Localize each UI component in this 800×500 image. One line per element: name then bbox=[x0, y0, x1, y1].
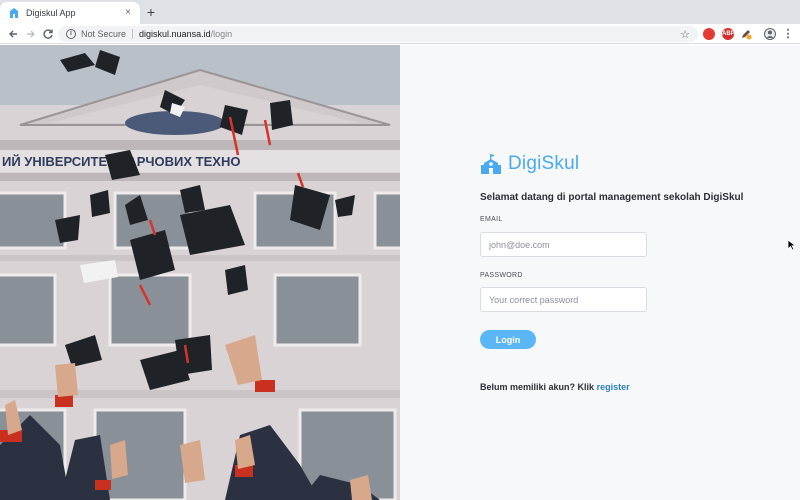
password-label: PASSWORD bbox=[480, 272, 523, 279]
school-favicon-icon bbox=[8, 7, 20, 19]
profile-avatar[interactable] bbox=[764, 28, 776, 40]
register-link[interactable]: register bbox=[597, 382, 630, 392]
new-tab-button[interactable]: + bbox=[143, 4, 159, 20]
forward-icon[interactable] bbox=[24, 27, 38, 41]
email-label: EMAIL bbox=[480, 216, 503, 223]
mouse-cursor-icon bbox=[787, 238, 797, 251]
register-prompt: Belum memiliki akun? Klik register bbox=[480, 382, 630, 392]
security-label: Not Secure bbox=[81, 29, 127, 39]
login-panel: DigiSkul Selamat datang di portal manage… bbox=[400, 45, 800, 500]
graduation-photo: ИЙ УНІВЕРСИТЕТ ХАРЧОВИХ ТЕХНО bbox=[0, 45, 400, 500]
reload-icon[interactable] bbox=[41, 27, 55, 41]
brand: DigiSkul bbox=[480, 153, 579, 175]
back-icon[interactable] bbox=[6, 27, 20, 41]
star-icon[interactable]: ☆ bbox=[680, 28, 690, 41]
info-icon[interactable]: i bbox=[66, 29, 76, 39]
register-prompt-text: Belum memiliki akun? Klik bbox=[480, 382, 595, 392]
browser-toolbar: i Not Secure digiskul.nuansa.id /login ☆… bbox=[0, 24, 800, 44]
url-host: digiskul.nuansa.id bbox=[139, 29, 211, 39]
address-separator bbox=[132, 29, 134, 39]
extension-red-icon[interactable] bbox=[703, 28, 715, 40]
brand-name: DigiSkul bbox=[508, 153, 580, 174]
school-logo-icon bbox=[480, 153, 502, 175]
login-button[interactable]: Login bbox=[480, 330, 536, 349]
tab-title: Digiskul App bbox=[26, 8, 76, 18]
browser-tab-strip: Digiskul App × + bbox=[0, 0, 800, 24]
adblock-icon[interactable]: ABP bbox=[722, 28, 735, 40]
extension-pencil-icon[interactable] bbox=[740, 28, 752, 40]
close-tab-icon[interactable]: × bbox=[122, 7, 134, 19]
address-bar[interactable]: i Not Secure digiskul.nuansa.id /login ☆ bbox=[58, 26, 698, 42]
password-field[interactable] bbox=[480, 287, 647, 312]
welcome-message: Selamat datang di portal management seko… bbox=[480, 192, 744, 203]
url-path: /login bbox=[210, 29, 233, 39]
menu-icon[interactable]: ⋮ bbox=[781, 27, 795, 41]
email-field[interactable] bbox=[480, 232, 647, 257]
browser-tab[interactable]: Digiskul App × bbox=[0, 2, 140, 24]
